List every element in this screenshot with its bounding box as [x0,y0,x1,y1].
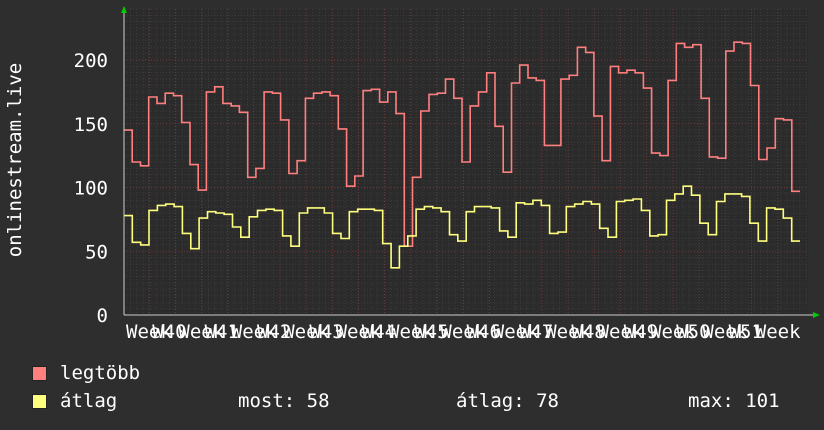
y-axis-label-container: onlinestream.live [2,0,28,320]
y-tick-label: 200 [74,50,108,72]
y-axis-label: onlinestream.live [4,62,26,258]
legend-label-legtobb: legtöbb [60,362,141,384]
y-tick-label: 100 [74,178,108,200]
x-tick-label: Week [755,321,801,343]
legend-swatch-legtobb [32,365,47,381]
stat-most: most: 58 [238,390,330,412]
x-axis-arrow [813,312,820,318]
legend-label-atlag: átlag [60,390,118,412]
legend-item-legtobb: legtöbb [32,362,140,384]
stat-max: max: 101 [688,390,780,412]
chart-area: 0 50 100 150 200 WeekW40WeekW41WeekW42WeekW4… [74,6,820,343]
legend-item-atlag: átlag [32,390,117,412]
legend-swatch-atlag [32,393,47,409]
y-axis: 0 50 100 150 200 [74,50,108,327]
x-axis: WeekW40WeekW41WeekW42WeekW43WeekW44WeekW… [126,321,801,343]
y-tick-label: 0 [97,305,108,327]
y-tick-label: 50 [85,241,108,263]
y-tick-label: 150 [74,114,108,136]
stat-atlag: átlag: 78 [456,390,559,412]
